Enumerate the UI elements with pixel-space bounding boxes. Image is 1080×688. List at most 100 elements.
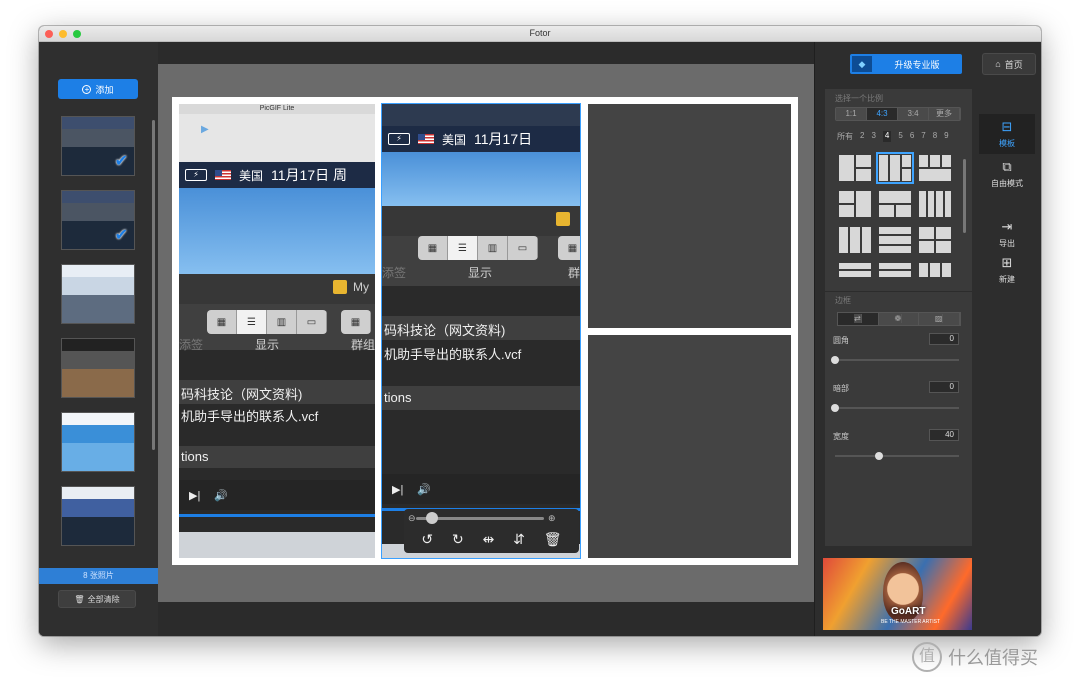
zoom-slider-knob[interactable] [426,512,438,524]
layout-template[interactable] [919,263,951,277]
upgrade-pro-button[interactable]: ◆ 升级专业版 [850,54,962,74]
new-icon: ⊞ [1001,255,1013,270]
battery-icon: ⚡ [185,169,207,181]
template-scrollbar[interactable] [963,159,966,233]
add-photo-button[interactable]: + 添加 [58,79,138,99]
layout-template[interactable] [919,155,951,181]
photo-thumbnail[interactable]: ✔ [61,190,135,250]
diamond-icon: ◆ [852,56,872,72]
next-track-icon: ▶| [392,483,404,496]
width-slider[interactable] [835,452,959,460]
volume-icon: 🔊 [417,483,432,496]
photo-thumbnail[interactable] [61,486,135,546]
layout-template[interactable] [839,191,871,217]
trash-icon: 🗑 [74,594,85,604]
corner-slider-knob[interactable] [831,356,839,364]
folder-icon [556,212,570,226]
rotate-right-icon[interactable]: ↻ [452,531,464,548]
layout-template[interactable] [839,227,871,253]
collage-cell-empty[interactable] [588,104,791,328]
thumbnail-scrollbar[interactable] [152,120,155,450]
zoom-in-icon[interactable]: ⊕ [548,513,556,524]
us-flag-icon [215,170,231,180]
layout-template[interactable] [839,155,871,181]
delete-icon[interactable]: 🗑 [544,531,562,548]
app-window: Fotor + 添加 ✔ ✔ 8 张照片 🗑 全部清除 PicGIF Lite … [39,26,1041,636]
photo-thumbnail[interactable] [61,338,135,398]
collage-cell-empty[interactable] [588,335,791,558]
watermark: 值 什么值得买 [912,642,1038,672]
border-style-tab[interactable]: ⇄ [838,313,879,325]
status-bar: ⚡ 美国 11月17日 周 [179,162,375,188]
corner-value-input[interactable]: 0 [929,333,959,345]
canvas-area: PicGIF Lite ▶ ⚡ 美国 11月17日 周 My ▦☰▥▭ ▦ [158,64,814,602]
width-slider-knob[interactable] [875,452,883,460]
photo-thumbnail[interactable] [61,264,135,324]
rotate-left-icon[interactable]: ↺ [421,531,433,548]
photo-count-filter: 所有 2 3 4 5 6 7 8 9 [837,131,949,142]
photo-count: 8 张照片 [39,568,158,584]
next-track-icon: ▶| [189,489,201,502]
zoom-out-icon[interactable]: ⊖ [408,513,416,524]
clear-all-button[interactable]: 🗑 全部清除 [58,590,136,608]
ratio-tabs: 1:1 4:3 3:4 更多 [835,107,961,121]
photo-thumbnail[interactable] [61,412,135,472]
home-icon: ⌂ [995,59,1001,69]
freestyle-tool[interactable]: ⧉ 自由模式 [979,154,1035,194]
width-label: 宽度 [833,432,849,441]
battery-icon: ⚡ [388,133,410,145]
collage-cell[interactable]: PicGIF Lite ▶ ⚡ 美国 11月17日 周 My ▦☰▥▭ ▦ [179,104,375,558]
photo-thumbnail[interactable]: ✔ [61,116,135,176]
layout-template[interactable] [919,227,951,253]
layout-template-grid [839,152,959,277]
template-tool[interactable]: ⊟ 模板 [979,114,1035,154]
collage-cell-selected[interactable]: ⚡ 美国 11月17日 ▦ ☰ ▥ ▭ ▦ 添签 显示 群 码科技论（网文资料) 机 [381,103,581,559]
texture-icon: ▨ [934,314,944,323]
shadow-value-input[interactable]: 0 [929,381,959,393]
layout-template[interactable] [839,263,871,277]
us-flag-icon [418,134,434,144]
layout-template[interactable] [879,191,911,217]
folder-icon [333,280,347,294]
screenshot-titlebar: PicGIF Lite [179,104,375,114]
window-title: Fotor [529,28,551,38]
export-tool[interactable]: ⇥ 导出 [979,214,1035,254]
status-bar: ⚡ 美国 11月17日 [382,126,580,152]
freestyle-icon: ⧉ [1002,159,1012,174]
corner-slider[interactable] [831,356,959,364]
properties-panel: 选择一个比例 1:1 4:3 3:4 更多 所有 2 3 4 5 6 7 8 9 [825,89,972,546]
ratio-tab[interactable]: 3:4 [898,108,929,120]
checkmark-icon: ✔ [114,227,128,244]
ratio-tab[interactable]: 1:1 [836,108,867,120]
shadow-label: 暗部 [833,384,849,393]
layout-template[interactable] [919,191,951,217]
layout-template[interactable] [879,227,911,253]
new-tool[interactable]: ⊞ 新建 [979,250,1035,290]
border-color-tab[interactable]: ❁ [878,313,920,325]
shadow-slider[interactable] [831,404,959,412]
shadow-slider-knob[interactable] [831,404,839,412]
photo-panel: + 添加 ✔ ✔ 8 张照片 🗑 全部清除 [39,42,158,636]
layout-template[interactable] [879,263,911,277]
width-value-input[interactable]: 40 [929,429,959,441]
ratio-tab[interactable]: 更多 [929,108,960,120]
plus-icon: + [82,84,92,94]
palette-icon: ❁ [894,314,903,323]
collage: PicGIF Lite ▶ ⚡ 美国 11月17日 周 My ▦☰▥▭ ▦ [172,97,798,565]
export-icon: ⇥ [1001,219,1013,234]
view-segmented-control: ▦ ☰ ▥ ▭ [207,310,327,334]
view-segmented-control: ▦ ☰ ▥ ▭ [418,236,538,260]
home-button[interactable]: ⌂ 首页 [982,53,1036,75]
cell-edit-toolbar: ⊖ ⊕ ↺ ↻ ⇹ ⇵ 🗑 [404,509,579,553]
goart-promo-banner[interactable]: GoART BE THE MASTER ARTIST [823,558,972,630]
zoom-slider[interactable] [416,512,544,524]
flip-vertical-icon[interactable]: ⇵ [513,531,525,548]
swap-icon: ⇄ [853,314,862,323]
border-texture-tab[interactable]: ▨ [919,313,961,325]
title-bar: Fotor [39,26,1041,42]
border-tabs: ⇄ ❁ ▨ [837,312,961,326]
border-section-title: 边框 [835,296,851,305]
layout-template-selected[interactable] [876,152,914,184]
flip-horizontal-icon[interactable]: ⇹ [483,531,495,548]
ratio-tab-active[interactable]: 4:3 [867,108,898,120]
